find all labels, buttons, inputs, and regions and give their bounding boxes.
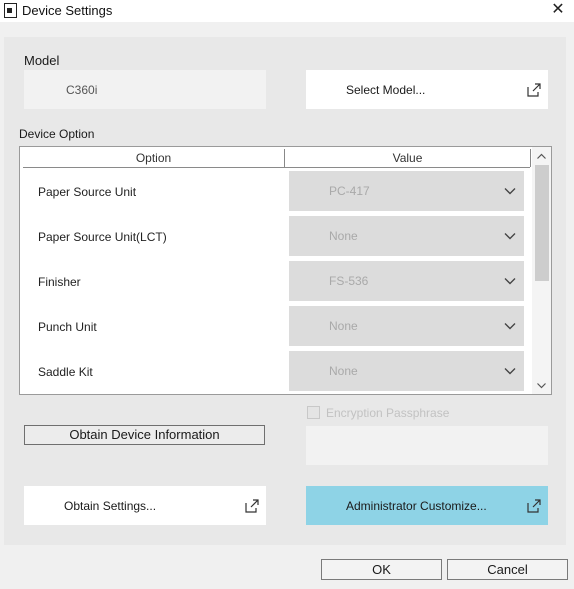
close-icon[interactable]: ✕ (548, 0, 568, 20)
option-value-dropdown[interactable]: PC-417 (289, 171, 524, 211)
encryption-passphrase-checkbox[interactable] (307, 406, 320, 419)
administrator-customize-button[interactable]: Administrator Customize... (306, 486, 548, 525)
column-header-option[interactable]: Option (23, 151, 284, 165)
dropdown-value: FS-536 (329, 274, 369, 288)
dropdown-value: None (329, 319, 358, 333)
option-value-dropdown[interactable]: FS-536 (289, 261, 524, 301)
scroll-down-icon[interactable] (536, 380, 547, 391)
option-label: Saddle Kit (38, 365, 93, 379)
title-bar: Device Settings ✕ (0, 0, 574, 22)
encryption-passphrase-field[interactable] (306, 426, 548, 465)
option-label: Punch Unit (38, 320, 97, 334)
administrator-customize-label: Administrator Customize... (346, 499, 487, 513)
option-value-dropdown[interactable]: None (289, 216, 524, 256)
external-window-icon (245, 499, 259, 513)
scrollbar-thumb[interactable] (535, 165, 549, 281)
cancel-button[interactable]: Cancel (447, 559, 568, 580)
model-value: C360i (66, 83, 98, 97)
option-label: Paper Source Unit (38, 185, 137, 199)
chevron-down-icon (504, 368, 516, 375)
device-option-table: Option Value Paper Source Unit PC-417 Pa… (19, 146, 552, 395)
chevron-down-icon (504, 323, 516, 330)
scroll-up-icon[interactable] (536, 151, 547, 162)
chevron-down-icon (504, 233, 516, 240)
external-window-icon (527, 83, 541, 97)
obtain-settings-label: Obtain Settings... (64, 499, 157, 513)
column-divider[interactable] (530, 149, 531, 167)
select-model-label: Select Model... (346, 83, 426, 97)
window-title: Device Settings (22, 3, 113, 18)
obtain-device-information-button[interactable]: Obtain Device Information (24, 425, 265, 445)
vertical-scrollbar[interactable] (532, 147, 551, 394)
encryption-passphrase-label: Encryption Passphrase (326, 406, 450, 420)
option-value-dropdown[interactable]: None (289, 306, 524, 346)
select-model-button[interactable]: Select Model... (306, 70, 548, 109)
chevron-down-icon (504, 278, 516, 285)
chevron-down-icon (504, 188, 516, 195)
option-value-dropdown[interactable]: None (289, 351, 524, 391)
obtain-settings-button[interactable]: Obtain Settings... (24, 486, 266, 525)
option-label: Paper Source Unit(LCT) (38, 230, 167, 244)
option-label: Finisher (38, 275, 81, 289)
document-icon (4, 3, 17, 18)
table-header: Option Value (23, 149, 531, 168)
external-window-icon (527, 499, 541, 513)
device-option-label: Device Option (19, 127, 95, 141)
model-label: Model (24, 53, 60, 68)
ok-button[interactable]: OK (321, 559, 442, 580)
dropdown-value: None (329, 229, 358, 243)
column-header-value[interactable]: Value (285, 151, 530, 165)
model-field: C360i (24, 70, 266, 109)
dropdown-value: None (329, 364, 358, 378)
dropdown-value: PC-417 (329, 184, 370, 198)
